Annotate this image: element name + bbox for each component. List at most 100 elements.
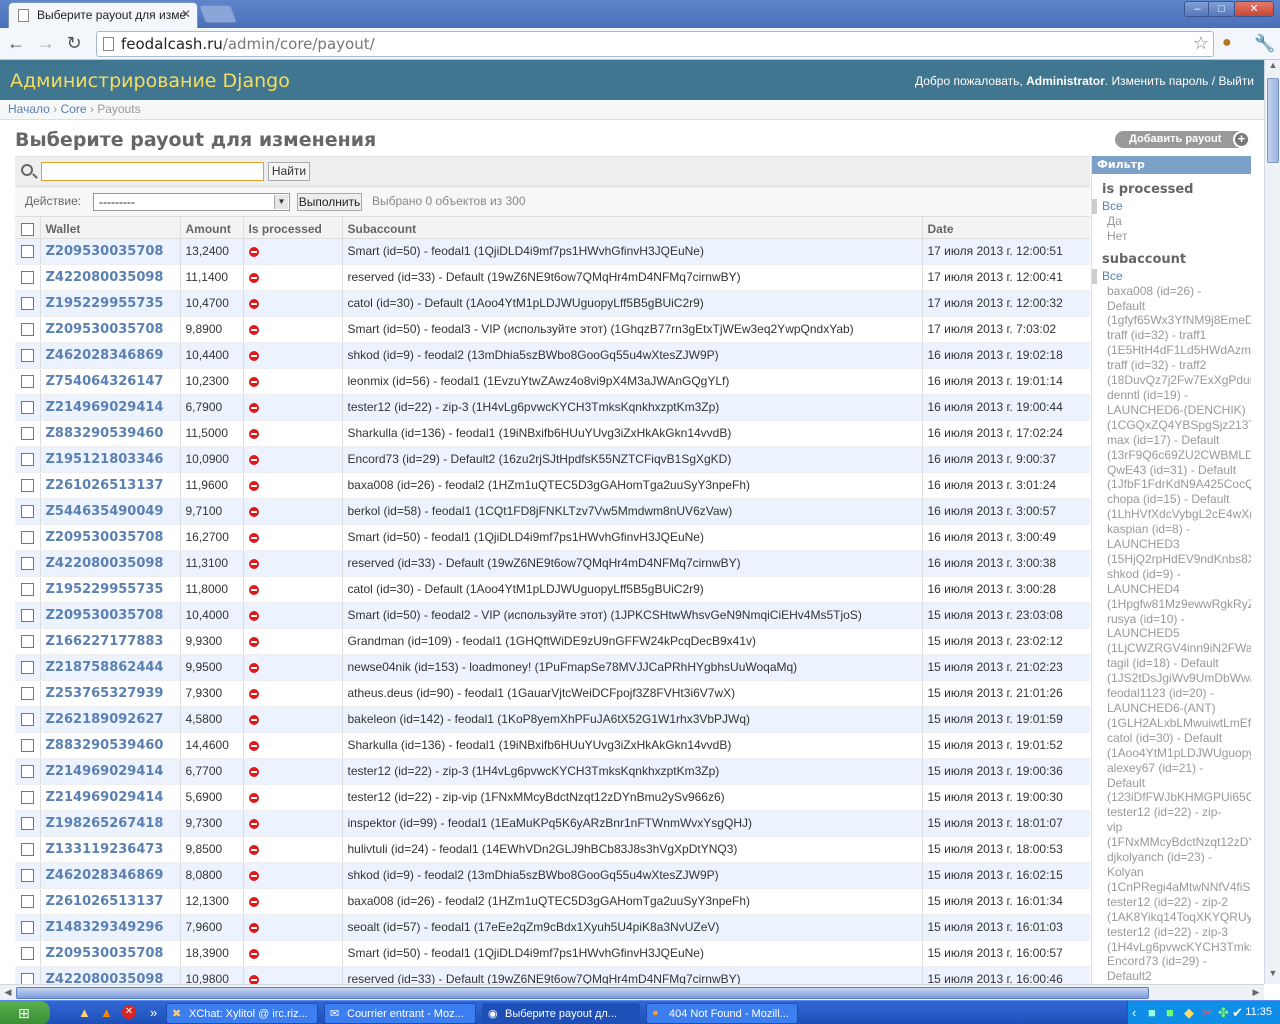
wallet-link[interactable]: Z462028346869 [46, 348, 164, 363]
site-name[interactable]: Администрирование Django [10, 70, 290, 92]
back-arrow-icon[interactable]: ← [4, 32, 28, 56]
filter-subaccount-option[interactable]: vip [1092, 820, 1251, 835]
filter-subaccount-option[interactable]: (1Hpgfw81Mz9ewwRgkRyZR6 [1092, 597, 1251, 612]
wallet-link[interactable]: Z253765327939 [46, 686, 164, 701]
filter-subaccount-option[interactable]: LAUNCHED4 [1092, 582, 1251, 597]
filter-subaccount-option[interactable]: (15HjQ2rpHdEV9ndKnbs8Xzt [1092, 552, 1251, 567]
horizontal-scrollbar[interactable]: ◀ ▶ [0, 984, 1264, 1000]
filter-subaccount-option[interactable]: Default [1092, 299, 1251, 314]
row-checkbox[interactable] [21, 843, 34, 857]
filter-subaccount-option[interactable]: LAUNCHED6-(ANT) [1092, 701, 1251, 716]
filter-option-yes[interactable]: Да [1092, 214, 1251, 229]
wallet-link[interactable]: Z544635490049 [46, 504, 164, 519]
column-header-date[interactable]: Date [921, 217, 1090, 239]
wallet-link[interactable]: Z195229955735 [46, 582, 164, 597]
filter-subaccount-option[interactable]: tester12 (id=22) - zip- [1092, 805, 1251, 820]
filter-subaccount-option[interactable]: (1CGQxZQ4YBSpgSjz213Te2 [1092, 418, 1251, 433]
filter-subaccount-option[interactable]: (18DuvQz7j2Fw7ExXgPduncG [1092, 373, 1251, 388]
wallet-link[interactable]: Z261026513137 [46, 478, 164, 493]
tray-expand-icon[interactable]: ‹ [1132, 1005, 1136, 1020]
wallet-link[interactable]: Z133119236473 [46, 842, 164, 857]
chevron-down-icon[interactable]: ▼ [274, 195, 288, 209]
row-checkbox[interactable] [21, 479, 34, 493]
row-checkbox[interactable] [21, 947, 34, 961]
filter-subaccount-option[interactable]: (1H4vLg6pvwcKYCH3TmksKq [1092, 940, 1251, 955]
filter-subaccount-option[interactable]: chopa (id=15) - Default [1092, 492, 1251, 507]
filter-subaccount-option[interactable]: traff (id=32) - traff2 [1092, 358, 1251, 373]
wallet-link[interactable]: Z883290539460 [46, 426, 164, 441]
filter-subaccount-option[interactable]: (1LhHVfXdcVybgL2cE4wXn1p [1092, 507, 1251, 522]
address-bar[interactable]: feodalcash.ru/admin/core/payout/ ☆ [96, 31, 1214, 57]
logout-link[interactable]: Выйти [1218, 74, 1254, 88]
filter-subaccount-option[interactable]: Default [1092, 776, 1251, 791]
tray-security-icon[interactable]: ◆ [1184, 1005, 1194, 1021]
filter-subaccount-option[interactable]: (1GLH2ALxbLMwuiwtLmEfBfb [1092, 716, 1251, 731]
row-checkbox[interactable] [21, 557, 34, 571]
filter-option-all[interactable]: Все [1092, 199, 1251, 214]
row-checkbox[interactable] [21, 453, 34, 467]
add-payout-button[interactable]: Добавить payout + [1115, 131, 1250, 148]
wallet-link[interactable]: Z209530035708 [46, 608, 164, 623]
reload-icon[interactable]: ↻ [62, 32, 86, 56]
filter-subaccount-option[interactable]: denntl (id=19) - [1092, 388, 1251, 403]
wallet-link[interactable]: Z209530035708 [46, 322, 164, 337]
minimize-button[interactable]: ‒ [1184, 1, 1211, 17]
wallet-link[interactable]: Z883290539460 [46, 738, 164, 753]
taskbar-task-chrome[interactable]: ◉ Выберите payout дл... [482, 1003, 640, 1024]
row-checkbox[interactable] [21, 427, 34, 441]
select-all-checkbox[interactable] [21, 222, 34, 236]
filter-subaccount-option[interactable]: traff (id=32) - traff1 [1092, 328, 1251, 343]
action-select[interactable]: --------- ▼ [93, 193, 290, 211]
tray-tools-icon[interactable]: ✂ [1202, 1005, 1213, 1021]
row-checkbox[interactable] [21, 401, 34, 415]
filter-subaccount-option[interactable]: LAUNCHED6-(DENCHIK) [1092, 403, 1251, 418]
row-checkbox[interactable] [21, 921, 34, 935]
row-checkbox[interactable] [21, 635, 34, 649]
filter-subaccount-option[interactable]: (1AK8Yikq14ToqXKYQRUypV [1092, 910, 1251, 925]
wallet-link[interactable]: Z195121803346 [46, 452, 164, 467]
filter-subaccount-option[interactable]: (1Aoo4YtM1pLDJWUguopyLff [1092, 746, 1251, 761]
row-checkbox[interactable] [21, 687, 34, 701]
column-header-processed[interactable]: Is processed [242, 217, 342, 239]
filter-subaccount-option[interactable]: (1E5HtH4dF1Ld5HWdAzmCyV [1092, 343, 1251, 358]
filter-subaccount-option[interactable]: baxa008 (id=26) - [1092, 284, 1251, 299]
window-close-button[interactable]: ✕ [1234, 1, 1274, 17]
row-checkbox[interactable] [21, 531, 34, 545]
scroll-right-icon[interactable]: ▶ [1248, 985, 1264, 1001]
wallet-link[interactable]: Z422080035098 [46, 556, 164, 571]
search-input[interactable] [41, 162, 264, 181]
row-checkbox[interactable] [21, 713, 34, 727]
wallet-link[interactable]: Z198265267418 [46, 816, 164, 831]
row-checkbox[interactable] [21, 505, 34, 519]
wallet-link[interactable]: Z214969029414 [46, 764, 164, 779]
filter-subaccount-option[interactable]: (1CnPRegi4aMtwNNfV4fiSXur [1092, 880, 1251, 895]
tab-close-icon[interactable]: ✕ [181, 7, 191, 21]
row-checkbox[interactable] [21, 349, 34, 363]
filter-subaccount-option[interactable]: (1gfyf65Wx3YfNM9j8EmeDD3 [1092, 313, 1251, 328]
row-checkbox[interactable] [21, 583, 34, 597]
wallet-link[interactable]: Z462028346869 [46, 868, 164, 883]
filter-subaccount-option[interactable]: catol (id=30) - Default [1092, 731, 1251, 746]
tray-clover-icon[interactable]: ✤ [1218, 1005, 1229, 1021]
filter-subaccount-all[interactable]: Все [1092, 268, 1251, 284]
maximize-button[interactable]: □ [1208, 1, 1235, 17]
start-button[interactable]: ⊞ [0, 1001, 50, 1024]
breadcrumb-home[interactable]: Начало [8, 102, 50, 116]
wallet-link[interactable]: Z214969029414 [46, 400, 164, 415]
row-checkbox[interactable] [21, 609, 34, 623]
row-checkbox[interactable] [21, 375, 34, 389]
vertical-scrollbar[interactable]: ▲ ▼ [1264, 60, 1280, 984]
row-checkbox[interactable] [21, 297, 34, 311]
wallet-link[interactable]: Z214969029414 [46, 790, 164, 805]
column-header-amount[interactable]: Amount [179, 217, 243, 239]
row-checkbox[interactable] [21, 739, 34, 753]
wallet-link[interactable]: Z209530035708 [46, 946, 164, 961]
row-checkbox[interactable] [21, 895, 34, 909]
filter-subaccount-option[interactable]: Kolyan [1092, 865, 1251, 880]
quicklaunch-cone-icon[interactable]: ▲ [100, 1005, 113, 1020]
horizontal-scroll-thumb[interactable] [16, 987, 1149, 999]
filter-subaccount-option[interactable]: QwE43 (id=31) - Default [1092, 463, 1251, 478]
wallet-link[interactable]: Z166227177883 [46, 634, 164, 649]
wrench-menu-icon[interactable]: 🔧 [1254, 34, 1275, 54]
taskbar-task-thunderbird[interactable]: ✉ Courrier entrant - Moz... [324, 1003, 476, 1024]
